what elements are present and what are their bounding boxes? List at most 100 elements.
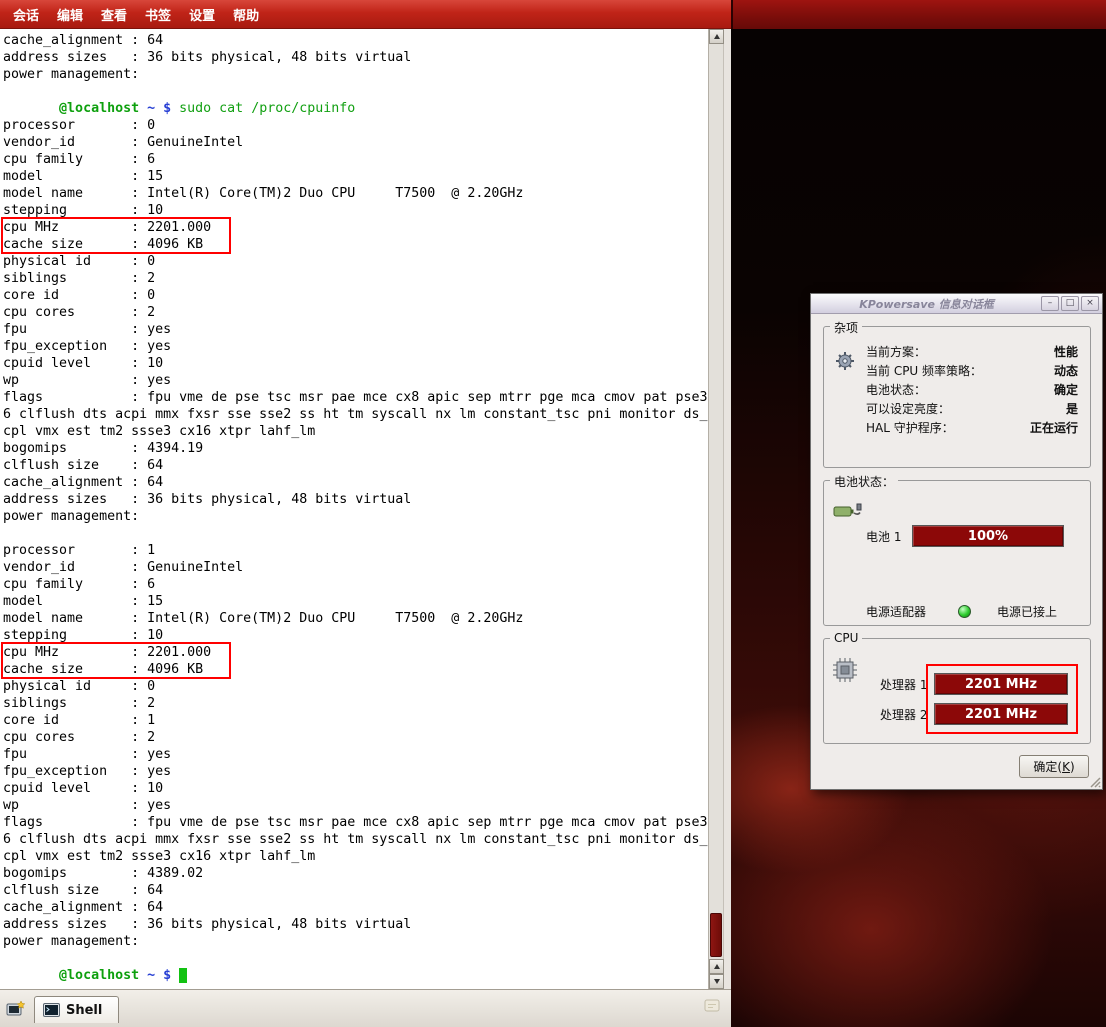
terminal-text-segment: 6 clflush dts acpi mmx fxsr sse sse2 ss … <box>3 832 707 847</box>
terminal-line: cache_alignment : 64 <box>3 474 707 491</box>
misc-row-value: 动态 <box>1054 362 1078 381</box>
scroll-down-button[interactable] <box>709 974 724 989</box>
terminal-line: cpu family : 6 <box>3 576 707 593</box>
terminal-line: cpu MHz : 2201.000 <box>3 644 707 661</box>
terminal-text-segment: flags : fpu vme de pse tsc msr pae mce c… <box>3 815 707 830</box>
arrow-down-icon <box>714 979 720 984</box>
terminal-line: stepping : 10 <box>3 202 707 219</box>
new-session-button[interactable] <box>4 997 28 1023</box>
terminal-line: cache_alignment : 64 <box>3 32 707 49</box>
terminal-text-segment: cpl vmx est tm2 ssse3 cx16 xtpr lahf_lm <box>3 849 315 864</box>
terminal-text-segment: address sizes : 36 bits physical, 48 bit… <box>3 492 411 507</box>
terminal-line: siblings : 2 <box>3 270 707 287</box>
scrollbar-thumb[interactable] <box>710 913 722 957</box>
terminal-text-segment: model name : Intel(R) Core(TM)2 Duo CPU … <box>3 611 523 626</box>
terminal-text-segment: cache_alignment : 64 <box>3 900 163 915</box>
battery-level-bar: 100% <box>912 525 1064 547</box>
terminal-screen[interactable]: cache_alignment : 64address sizes : 36 b… <box>0 29 731 989</box>
background-window-titlebar[interactable] <box>731 0 1106 29</box>
terminal-text-segment: cache size : 4096 KB <box>3 237 203 252</box>
terminal-text-segment <box>3 101 59 116</box>
gear-icon <box>834 349 858 376</box>
menu-item[interactable]: 查看 <box>92 5 136 24</box>
kpowersave-dialog: KPowersave 信息对话框 – □ × 杂项 当前方案： <box>810 293 1103 790</box>
terminal-line: 6 clflush dts acpi mmx fxsr sse sse2 ss … <box>3 831 707 848</box>
terminal-line: cache_alignment : 64 <box>3 899 707 916</box>
terminal-line: stepping : 10 <box>3 627 707 644</box>
battery-label: 电池 1 <box>866 528 912 545</box>
menu-item[interactable]: 设置 <box>180 5 224 24</box>
shell-icon <box>43 1003 60 1018</box>
tabbar-corner-button[interactable] <box>703 997 721 1019</box>
misc-rows: 当前方案：性能当前 CPU 频率策略：动态电池状态：确定可以设定亮度：是HAL … <box>866 343 1078 438</box>
terminal-line: cpu family : 6 <box>3 151 707 168</box>
tab-shell[interactable]: Shell <box>34 996 119 1023</box>
cpu-icon <box>832 657 858 686</box>
cpu-row-label: 处理器 2 <box>880 706 934 723</box>
terminal-scrollbar[interactable] <box>708 29 723 989</box>
ok-button[interactable]: 确定(K) <box>1019 755 1089 778</box>
misc-row-label: HAL 守护程序： <box>866 419 954 438</box>
terminal-text-segment: cpu family : 6 <box>3 152 155 167</box>
terminal-text-segment: model : 15 <box>3 594 163 609</box>
terminal-line: power management: <box>3 508 707 525</box>
terminal-line: address sizes : 36 bits physical, 48 bit… <box>3 916 707 933</box>
close-button[interactable]: × <box>1081 296 1099 311</box>
terminal-text-segment: address sizes : 36 bits physical, 48 bit… <box>3 50 411 65</box>
terminal-text-segment: cpl vmx est tm2 ssse3 cx16 xtpr lahf_lm <box>3 424 315 439</box>
terminal-line: model : 15 <box>3 593 707 610</box>
terminal-text-segment: fpu_exception : yes <box>3 339 171 354</box>
misc-row: HAL 守护程序：正在运行 <box>866 419 1078 438</box>
terminal-text-segment: sudo cat /proc/cpuinfo <box>171 101 355 116</box>
terminal-line: flags : fpu vme de pse tsc msr pae mce c… <box>3 389 707 406</box>
cpu-rows: 处理器 12201 MHz处理器 22201 MHz <box>880 669 1076 729</box>
menu-item[interactable]: 编辑 <box>48 5 92 24</box>
resize-grip[interactable] <box>1088 775 1101 788</box>
terminal-text-segment: bogomips : 4389.02 <box>3 866 203 881</box>
menu-bar: 会话编辑查看书签设置帮助 <box>0 0 731 29</box>
terminal-line: physical id : 0 <box>3 678 707 695</box>
terminal-text-segment: @localhost <box>59 968 139 983</box>
terminal-line: power management: <box>3 66 707 83</box>
terminal-text-segment <box>3 968 59 983</box>
terminal-line: clflush size : 64 <box>3 457 707 474</box>
minimize-button[interactable]: – <box>1041 296 1059 311</box>
menu-item[interactable]: 会话 <box>4 5 48 24</box>
adapter-status: 电源已接上 <box>997 603 1057 620</box>
adapter-row: 电源适配器 电源已接上 <box>866 603 1078 620</box>
terminal-text-segment: cache size : 4096 KB <box>3 662 203 677</box>
adapter-led-icon <box>958 605 971 618</box>
terminal-text-segment: physical id : 0 <box>3 254 155 269</box>
terminal-text-segment: cpu cores : 2 <box>3 730 155 745</box>
terminal-line: cache size : 4096 KB <box>3 236 707 253</box>
terminal-text-segment: stepping : 10 <box>3 628 163 643</box>
terminal-text-segment: clflush size : 64 <box>3 458 163 473</box>
cpu-row: 处理器 12201 MHz <box>880 669 1076 699</box>
terminal-line: address sizes : 36 bits physical, 48 bit… <box>3 491 707 508</box>
terminal-line: fpu_exception : yes <box>3 338 707 355</box>
terminal-text: cache_alignment : 64address sizes : 36 b… <box>3 32 707 984</box>
dialog-titlebar[interactable]: KPowersave 信息对话框 – □ × <box>811 294 1102 314</box>
terminal-text-segment: cache_alignment : 64 <box>3 475 163 490</box>
battery-legend: 电池状态： <box>830 473 898 490</box>
tab-label: Shell <box>66 1003 102 1018</box>
menu-item[interactable]: 书签 <box>136 5 180 24</box>
terminal-text-segment: fpu : yes <box>3 747 171 762</box>
terminal-line: core id : 0 <box>3 287 707 304</box>
menu-item[interactable]: 帮助 <box>224 5 268 24</box>
terminal-text-segment: power management: <box>3 67 139 82</box>
scroll-up-button-bottom[interactable] <box>709 959 724 974</box>
scroll-up-button[interactable] <box>709 29 724 44</box>
terminal-text-segment: processor : 1 <box>3 543 155 558</box>
terminal-text-segment: siblings : 2 <box>3 271 155 286</box>
misc-row-label: 电池状态： <box>866 381 926 400</box>
misc-row: 当前方案：性能 <box>866 343 1078 362</box>
terminal-text-segment: ~ $ <box>139 101 171 116</box>
terminal-text-segment: address sizes : 36 bits physical, 48 bit… <box>3 917 411 932</box>
cpu-row: 处理器 22201 MHz <box>880 699 1076 729</box>
terminal-line: siblings : 2 <box>3 695 707 712</box>
dialog-title: KPowersave 信息对话框 <box>814 296 1039 312</box>
terminal-line: clflush size : 64 <box>3 882 707 899</box>
cpu-frequency-bar: 2201 MHz <box>934 673 1068 695</box>
maximize-button[interactable]: □ <box>1061 296 1079 311</box>
